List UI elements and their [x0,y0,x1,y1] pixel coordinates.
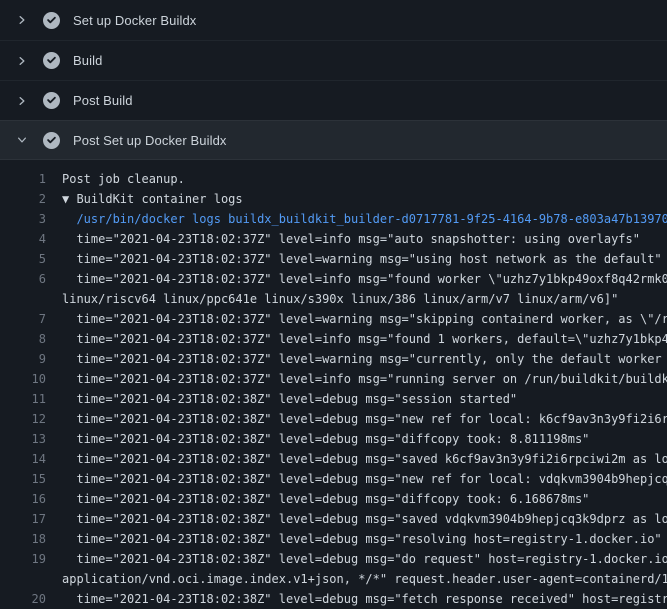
log-viewer: Set up Docker Buildx Build Post Build Po… [0,0,667,609]
log-text: time="2021-04-23T18:02:37Z" level=warnin… [62,309,667,329]
log-text: time="2021-04-23T18:02:37Z" level=warnin… [62,349,667,369]
log-text: time="2021-04-23T18:02:38Z" level=debug … [62,409,667,429]
chevron-down-icon [14,132,30,148]
log-text: time="2021-04-23T18:02:38Z" level=debug … [62,509,667,529]
section-label: Post Set up Docker Buildx [73,133,227,148]
log-line: 13 time="2021-04-23T18:02:38Z" level=deb… [0,429,667,449]
line-number[interactable]: 20 [0,589,62,609]
log-text: ▼ BuildKit container logs [62,189,243,209]
log-line: 8 time="2021-04-23T18:02:37Z" level=info… [0,329,667,349]
log-line: 14 time="2021-04-23T18:02:38Z" level=deb… [0,449,667,469]
chevron-right-icon [14,93,30,109]
line-number[interactable]: 11 [0,389,62,409]
line-number[interactable]: 3 [0,209,62,229]
line-number[interactable]: 6 [0,269,62,289]
line-number[interactable]: 14 [0,449,62,469]
log-text: time="2021-04-23T18:02:38Z" level=debug … [62,449,667,469]
line-number[interactable]: 17 [0,509,62,529]
log-text: time="2021-04-23T18:02:38Z" level=debug … [62,429,589,449]
line-number[interactable]: 5 [0,249,62,269]
log-text: time="2021-04-23T18:02:38Z" level=debug … [62,389,517,409]
log-line: 18 time="2021-04-23T18:02:38Z" level=deb… [0,529,667,549]
log-line-continuation: application/vnd.oci.image.index.v1+json,… [0,569,667,589]
log-text: application/vnd.oci.image.index.v1+json,… [62,569,667,589]
line-number[interactable]: 7 [0,309,62,329]
group-toggle-icon[interactable]: ▼ [62,192,76,206]
log-line: 6 time="2021-04-23T18:02:37Z" level=info… [0,269,667,289]
log-line: 11 time="2021-04-23T18:02:38Z" level=deb… [0,389,667,409]
log-line: 20 time="2021-04-23T18:02:38Z" level=deb… [0,589,667,609]
log-line: 17 time="2021-04-23T18:02:38Z" level=deb… [0,509,667,529]
log-text: time="2021-04-23T18:02:37Z" level=info m… [62,229,640,249]
line-number[interactable]: 4 [0,229,62,249]
log-text: time="2021-04-23T18:02:37Z" level=info m… [62,269,667,289]
log-line: 4 time="2021-04-23T18:02:37Z" level=info… [0,229,667,249]
line-number[interactable]: 2 [0,189,62,209]
line-number[interactable]: 12 [0,409,62,429]
log-text: /usr/bin/docker logs buildx_buildkit_bui… [62,209,667,229]
log-text: time="2021-04-23T18:02:38Z" level=debug … [62,549,667,569]
success-check-icon [43,12,60,29]
line-number[interactable]: 1 [0,169,62,189]
log-text: time="2021-04-23T18:02:37Z" level=warnin… [62,249,662,269]
section-build[interactable]: Build [0,40,667,80]
line-number[interactable]: 16 [0,489,62,509]
log-text: Post job cleanup. [62,169,185,189]
log-text: time="2021-04-23T18:02:38Z" level=debug … [62,589,667,609]
log-text: time="2021-04-23T18:02:38Z" level=debug … [62,489,589,509]
line-number[interactable]: 18 [0,529,62,549]
log-text: time="2021-04-23T18:02:38Z" level=debug … [62,529,662,549]
success-check-icon [43,52,60,69]
section-label: Set up Docker Buildx [73,13,196,28]
section-label: Build [73,53,102,68]
chevron-right-icon [14,53,30,69]
log-line: 5 time="2021-04-23T18:02:37Z" level=warn… [0,249,667,269]
log-line: 16 time="2021-04-23T18:02:38Z" level=deb… [0,489,667,509]
section-post-setup-docker-buildx[interactable]: Post Set up Docker Buildx [0,120,667,160]
line-number[interactable]: 13 [0,429,62,449]
log-line: 12 time="2021-04-23T18:02:38Z" level=deb… [0,409,667,429]
section-post-build[interactable]: Post Build [0,80,667,120]
log-line: 19 time="2021-04-23T18:02:38Z" level=deb… [0,549,667,569]
log-line: 7 time="2021-04-23T18:02:37Z" level=warn… [0,309,667,329]
log-text: time="2021-04-23T18:02:37Z" level=info m… [62,329,667,349]
chevron-right-icon [14,12,30,28]
log-line: 2▼ BuildKit container logs [0,189,667,209]
log-text: linux/riscv64 linux/ppc641e linux/s390x … [62,289,618,309]
line-number[interactable]: 8 [0,329,62,349]
log-lines: 1Post job cleanup.2▼ BuildKit container … [0,160,667,609]
section-label: Post Build [73,93,133,108]
line-number[interactable]: 15 [0,469,62,489]
log-line-continuation: linux/riscv64 linux/ppc641e linux/s390x … [0,289,667,309]
section-setup-docker-buildx[interactable]: Set up Docker Buildx [0,0,667,40]
log-line: 15 time="2021-04-23T18:02:38Z" level=deb… [0,469,667,489]
log-text: time="2021-04-23T18:02:38Z" level=debug … [62,469,667,489]
line-number[interactable]: 19 [0,549,62,569]
success-check-icon [43,92,60,109]
log-line: 9 time="2021-04-23T18:02:37Z" level=warn… [0,349,667,369]
log-line: 1Post job cleanup. [0,169,667,189]
log-text: time="2021-04-23T18:02:37Z" level=info m… [62,369,667,389]
group-title[interactable]: BuildKit container logs [76,192,242,206]
success-check-icon [43,132,60,149]
log-line: 3 /usr/bin/docker logs buildx_buildkit_b… [0,209,667,229]
line-number[interactable]: 9 [0,349,62,369]
log-line: 10 time="2021-04-23T18:02:37Z" level=inf… [0,369,667,389]
line-number[interactable]: 10 [0,369,62,389]
